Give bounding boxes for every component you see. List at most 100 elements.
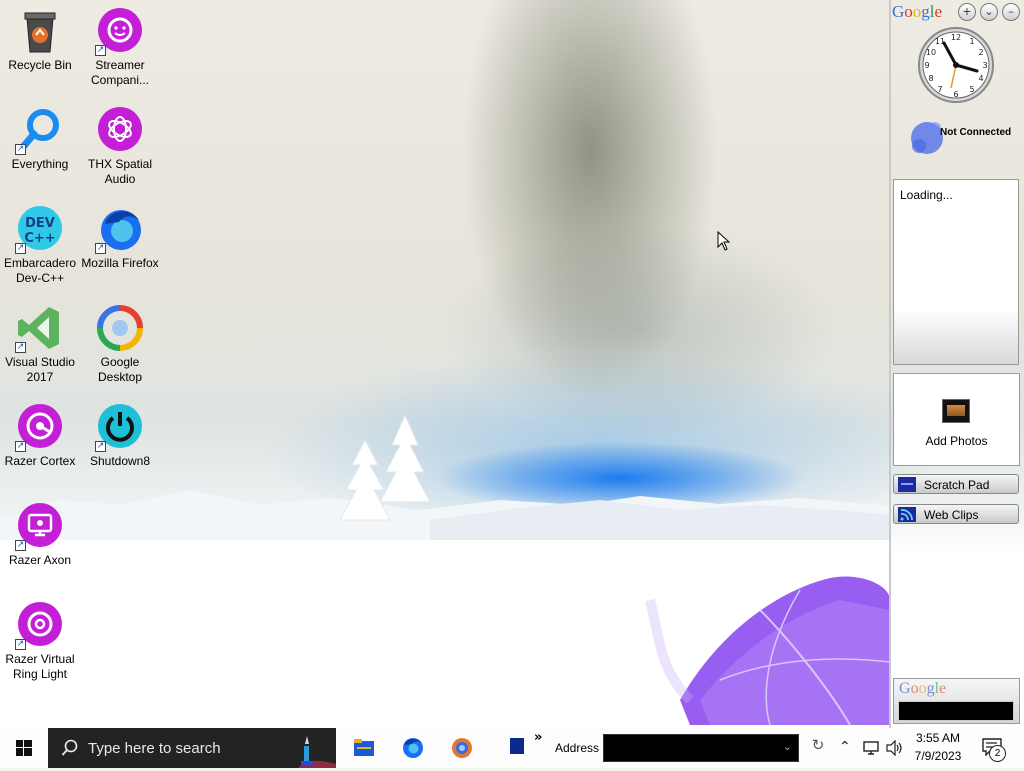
shortcut-arrow-icon: ↗ bbox=[15, 144, 26, 155]
search-icon bbox=[61, 739, 78, 756]
shortcut-arrow-icon: ↗ bbox=[15, 441, 26, 452]
svg-text:4: 4 bbox=[978, 74, 983, 83]
news-loading-text: Loading... bbox=[900, 188, 953, 202]
action-center-button[interactable]: 2 bbox=[982, 738, 1006, 762]
scratch-pad-gadget[interactable]: Scratch Pad bbox=[893, 474, 1019, 494]
firefox-icon: ↗ bbox=[95, 204, 145, 254]
shortcut-arrow-icon: ↗ bbox=[95, 45, 106, 56]
sidebar-add-gadget-button[interactable]: + bbox=[958, 3, 976, 21]
analog-clock-icon: 12 12 345 678 91011 bbox=[918, 27, 994, 103]
taskbar-file-explorer[interactable] bbox=[339, 728, 387, 768]
svg-text:8: 8 bbox=[928, 74, 933, 83]
desktop-icon-label: Razer Virtual Ring Light bbox=[5, 652, 75, 681]
svg-text:10: 10 bbox=[926, 48, 936, 57]
desktop-icon-label: Everything bbox=[11, 157, 69, 171]
address-toolbar-label: Address bbox=[555, 741, 600, 755]
talk-gadget[interactable]: Not Connected bbox=[903, 116, 1021, 164]
desktop-icon-label: Visual Studio 2017 bbox=[5, 355, 75, 384]
desktop-icon-label: Recycle Bin bbox=[8, 58, 72, 72]
scratch-pad-label: Scratch Pad bbox=[924, 478, 990, 492]
taskbar-search-box[interactable]: Type here to search bbox=[48, 728, 336, 768]
recycle-bin-icon bbox=[15, 6, 65, 56]
desktop-icon-label: Google Desktop bbox=[97, 355, 143, 384]
google-desktop-icon bbox=[452, 738, 472, 758]
shortcut-arrow-icon: ↗ bbox=[15, 243, 26, 254]
add-photos-label: Add Photos bbox=[925, 434, 988, 448]
firefox-icon bbox=[403, 738, 423, 758]
network-icon[interactable] bbox=[862, 740, 880, 756]
address-input[interactable]: ⌄ bbox=[603, 734, 799, 762]
desktop-icon-label: Shutdown8 bbox=[89, 454, 151, 468]
desktop-icon-visual-studio[interactable]: ↗ Visual Studio 2017 bbox=[1, 303, 79, 385]
everything-search-icon: ↗ bbox=[15, 105, 65, 155]
shortcut-arrow-icon: ↗ bbox=[15, 639, 26, 650]
google-search-input[interactable] bbox=[898, 701, 1014, 721]
start-button[interactable] bbox=[0, 728, 48, 768]
shutdown8-icon: ↗ bbox=[95, 402, 145, 452]
sidebar-google-logo: Google bbox=[892, 2, 943, 21]
svg-text:5: 5 bbox=[969, 85, 974, 94]
shortcut-arrow-icon: ↗ bbox=[15, 342, 26, 353]
app-icon bbox=[510, 738, 524, 754]
sidebar-minimize-button[interactable]: – bbox=[1002, 3, 1020, 21]
desktop-icon-label: Embarcadero Dev-C++ bbox=[3, 256, 77, 285]
desktop-icon-dev-cpp[interactable]: DEV C++ ↗ Embarcadero Dev-C++ bbox=[1, 204, 79, 286]
show-hidden-icons-chevron-icon[interactable]: ⌃ bbox=[839, 739, 851, 755]
clock-gadget[interactable]: 12 1 2 345 678 9 10 11 bbox=[917, 26, 995, 104]
file-explorer-icon bbox=[354, 739, 374, 756]
search-placeholder: Type here to search bbox=[88, 740, 221, 757]
shortcut-arrow-icon: ↗ bbox=[95, 441, 106, 452]
taskbar-google-desktop[interactable] bbox=[437, 728, 485, 768]
news-gadget[interactable]: Loading... bbox=[893, 179, 1019, 365]
web-clips-gadget[interactable]: Web Clips bbox=[893, 504, 1019, 524]
desktop-icon-label: Mozilla Firefox bbox=[81, 256, 159, 270]
svg-text:6: 6 bbox=[953, 90, 958, 99]
search-google-logo: Google bbox=[899, 680, 947, 697]
desktop-icon-label: Streamer Compani... bbox=[90, 58, 150, 87]
scratch-pad-icon bbox=[898, 477, 916, 492]
talk-status-splash-icon bbox=[911, 122, 943, 154]
windows-logo-icon bbox=[16, 740, 32, 756]
svg-text:2: 2 bbox=[978, 48, 983, 57]
photo-frame-icon bbox=[942, 399, 970, 423]
visual-studio-icon: ↗ bbox=[15, 303, 65, 353]
desktop-icon-shutdown8[interactable]: ↗ Shutdown8 bbox=[81, 402, 159, 469]
notification-count-badge: 2 bbox=[989, 745, 1006, 762]
shortcut-arrow-icon: ↗ bbox=[95, 243, 106, 254]
taskbar-firefox[interactable] bbox=[388, 728, 436, 768]
desktop-icon-razer-axon[interactable]: ↗ Razer Axon bbox=[1, 501, 79, 568]
desktop-icon-recycle-bin[interactable]: Recycle Bin bbox=[1, 6, 79, 73]
chevron-down-icon[interactable]: ⌄ bbox=[783, 740, 792, 753]
desktop-icon-thx-spatial-audio[interactable]: THX Spatial Audio bbox=[81, 105, 159, 187]
desktop-icon-razer-ring-light[interactable]: ↗ Razer Virtual Ring Light bbox=[1, 600, 79, 682]
svg-text:C++: C++ bbox=[24, 231, 55, 246]
taskbar: Type here to search » Address ⌄ ↻ ⌃ 3:55… bbox=[0, 728, 1024, 768]
desktop-icon-streamer-companion[interactable]: ↗ Streamer Compani... bbox=[81, 6, 159, 88]
desktop-icon-label: Razer Axon bbox=[8, 553, 72, 567]
razer-ring-light-icon: ↗ bbox=[15, 600, 65, 650]
sidebar-menu-button[interactable]: ⌄ bbox=[980, 3, 998, 21]
web-clips-label: Web Clips bbox=[924, 508, 979, 522]
dev-cpp-icon: DEV C++ ↗ bbox=[15, 204, 65, 254]
taskbar-app[interactable] bbox=[492, 728, 540, 768]
desktop-icon-razer-cortex[interactable]: ↗ Razer Cortex bbox=[1, 402, 79, 469]
streamer-companion-icon: ↗ bbox=[95, 6, 145, 56]
mouse-cursor-icon bbox=[717, 231, 731, 251]
thx-spatial-audio-icon bbox=[95, 105, 145, 155]
refresh-icon[interactable]: ↻ bbox=[806, 736, 830, 760]
svg-text:9: 9 bbox=[924, 61, 929, 70]
taskbar-clock-time[interactable]: 3:55 AM bbox=[908, 731, 968, 745]
desktop-icon-google-desktop[interactable]: Google Desktop bbox=[81, 303, 159, 385]
desktop-icon-label: THX Spatial Audio bbox=[87, 157, 153, 186]
taskbar-clock-date[interactable]: 7/9/2023 bbox=[908, 749, 968, 763]
razer-cortex-icon: ↗ bbox=[15, 402, 65, 452]
razer-axon-icon: ↗ bbox=[15, 501, 65, 551]
photos-gadget[interactable]: Add Photos bbox=[893, 373, 1020, 466]
desktop-icon-everything[interactable]: ↗ Everything bbox=[1, 105, 79, 172]
desktop-icon-firefox[interactable]: ↗ Mozilla Firefox bbox=[81, 204, 159, 271]
google-search-gadget: Google bbox=[893, 678, 1020, 724]
volume-icon[interactable] bbox=[886, 740, 904, 756]
svg-text:12: 12 bbox=[951, 33, 961, 42]
toolbar-overflow-chevron[interactable]: » bbox=[534, 730, 542, 745]
svg-text:1: 1 bbox=[969, 37, 974, 46]
